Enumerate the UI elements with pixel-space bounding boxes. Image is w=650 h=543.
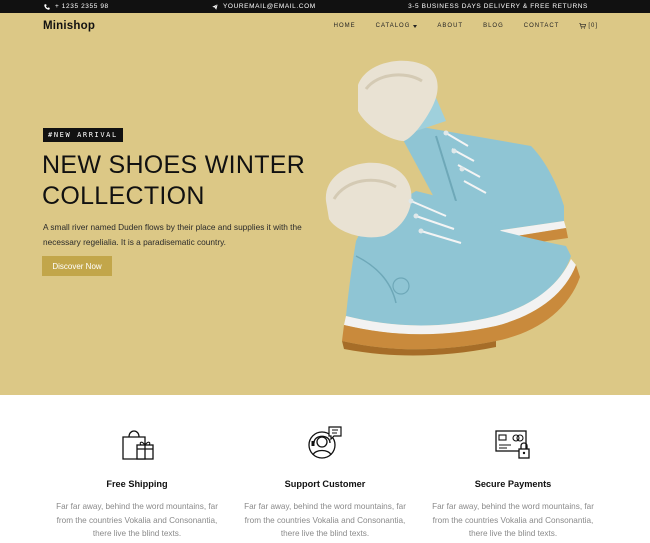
paper-plane-icon (212, 3, 218, 10)
promo-text: 3-5 BUSINESS DAYS DELIVERY & FREE RETURN… (408, 3, 588, 10)
cart-button[interactable]: [0] (579, 23, 598, 29)
phone-contact[interactable]: + 1235 2355 98 (44, 3, 109, 10)
email-contact[interactable]: YOUREMAIL@EMAIL.COM (212, 3, 316, 10)
brand-logo[interactable]: Minishop (43, 20, 95, 32)
support-agent-icon (308, 426, 342, 459)
cart-count: [0] (588, 23, 598, 29)
new-arrival-badge: #NEW ARRIVAL (43, 128, 123, 142)
secure-card-icon (495, 430, 530, 459)
phone-icon (44, 3, 50, 10)
hero-description: A small river named Duden flows by their… (43, 222, 302, 247)
nav-menu: HOME CATALOG ABOUT BLOG CONTACT [0] (334, 23, 598, 29)
feature-text: Far far away, behind the word mountains,… (432, 502, 594, 538)
headline-line-1: NEW SHOES WINTER (42, 151, 306, 179)
phone-number: + 1235 2355 98 (55, 3, 109, 10)
chevron-down-icon (413, 24, 418, 28)
features-section: Free Shipping Far far away, behind the w… (0, 395, 650, 543)
feature-text: Far far away, behind the word mountains,… (56, 502, 218, 538)
top-bar: + 1235 2355 98 YOUREMAIL@EMAIL.COM 3-5 B… (0, 0, 650, 13)
nav-item-about[interactable]: ABOUT (437, 23, 463, 29)
hero-section: Minishop HOME CATALOG ABOUT BLOG CONTACT… (0, 13, 650, 395)
feature-title: Support Customer (284, 479, 366, 489)
main-nav: Minishop HOME CATALOG ABOUT BLOG CONTACT… (0, 13, 650, 41)
boots-image (325, 60, 580, 356)
nav-item-home[interactable]: HOME (334, 23, 356, 29)
headline-line-2: COLLECTION (42, 182, 205, 210)
nav-item-catalog[interactable]: CATALOG (376, 23, 418, 29)
discover-now-button[interactable]: Discover Now (42, 256, 112, 276)
nav-item-blog[interactable]: BLOG (483, 23, 504, 29)
email-address: YOUREMAIL@EMAIL.COM (223, 3, 316, 10)
gift-bag-icon (122, 430, 154, 460)
cart-icon (579, 23, 587, 29)
nav-item-catalog-label: CATALOG (375, 23, 411, 29)
nav-item-contact[interactable]: CONTACT (524, 23, 560, 29)
feature-title: Secure Payments (474, 479, 552, 489)
feature-title: Free Shipping (106, 479, 168, 489)
feature-text: Far far away, behind the word mountains,… (244, 502, 406, 538)
